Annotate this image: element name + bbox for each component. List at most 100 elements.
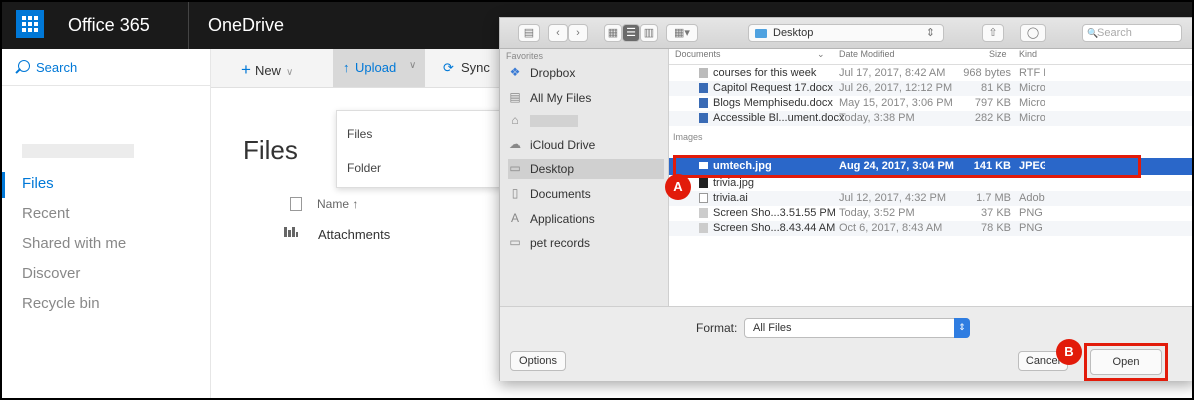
highlight-box-a [673,155,1141,178]
sidebar-item-label: Applications [530,212,595,226]
file-name: Blogs Memphisedu.docx [713,97,833,109]
column-view-icon[interactable]: ▥ [640,24,658,42]
icon-view-icon[interactable]: ▦ [604,24,622,42]
back-button[interactable]: ‹ [548,24,568,42]
file-date: Jul 26, 2017, 12:12 PM [839,82,953,94]
sync-button[interactable]: Sync [461,60,490,75]
sidebar-item-home[interactable]: ⌂ [508,111,664,131]
left-nav: Search Files Recent Shared with me Disco… [2,49,211,398]
sidebar-item-icloud[interactable]: ☁ iCloud Drive [508,135,664,155]
file-size: 797 KB [974,97,1011,109]
nav-item-recent[interactable]: Recent [22,205,70,222]
file-kind: Micro [1019,112,1045,124]
nav-item-discover[interactable]: Discover [22,265,80,282]
highlight-box-b [1084,343,1168,381]
sidebar-item-all-my-files[interactable]: ▤ All My Files [508,88,664,108]
file-open-dialog: ▤ ‹ › ▦ ☰ ▥ ▦▾ Desktop ⇕ ⇧ ◯ 🔍 Search Fa… [499,17,1192,381]
desktop-icon: ▭ [509,161,521,175]
sidebar-item-label: pet records [530,236,591,250]
app-launcher-icon[interactable] [16,10,44,38]
divider [669,64,1192,65]
file-size: 78 KB [981,222,1011,234]
file-kind: PNG i [1019,207,1045,219]
options-button[interactable]: Options [510,351,566,371]
file-kind: Adob [1019,192,1045,204]
ai-file-icon [699,193,708,203]
user-icon: ⌂ [511,113,519,127]
column-header-date[interactable]: Date Modified [839,49,895,65]
sidebar-item-applications[interactable]: A Applications [508,209,664,229]
chevron-down-icon: ∨ [285,67,294,78]
divider [188,2,189,49]
table-row[interactable]: Screen Sho...3.51.55 PM Today, 3:52 PM 37 … [669,206,1192,221]
list-item[interactable]: Attachments [318,227,390,242]
upload-button[interactable]: ↑ Upload ∨ [333,49,425,87]
user-name-redacted [22,144,134,158]
cloud-icon: ☁ [509,137,521,151]
updown-icon: ⇕ [925,27,935,39]
upload-files-option[interactable]: Files [347,127,372,141]
file-date: Jul 12, 2017, 4:32 PM [839,192,947,204]
column-header-size[interactable]: Size [989,49,1007,65]
folder-icon [284,227,298,237]
file-size: 968 bytes [963,67,1011,79]
format-select[interactable]: All Files ⇕ [744,318,970,338]
arrange-icon[interactable]: ▦▾ [666,24,698,42]
table-row[interactable]: trivia.jpg [669,176,1192,191]
location-popup[interactable]: Desktop ⇕ [748,24,944,42]
file-size: 37 KB [981,207,1011,219]
table-row[interactable]: Blogs Memphisedu.docx May 15, 2017, 3:06 … [669,96,1192,111]
table-row[interactable]: Capitol Request 17.docx Jul 26, 2017, 12:… [669,81,1192,96]
file-date: Oct 6, 2017, 8:43 AM [839,222,943,234]
column-header-documents[interactable]: Documents [675,49,721,65]
sidebar-item-pet-records[interactable]: ▭ pet records [508,233,664,253]
forward-button[interactable]: › [568,24,588,42]
table-row[interactable]: Accessible Bl...ument.docx Today, 3:38 PM… [669,111,1192,126]
search-box[interactable]: Search [2,49,210,86]
tags-icon[interactable]: ◯ [1020,24,1046,42]
column-header-name[interactable]: Name ↑ [317,197,358,211]
column-header-kind[interactable]: Kind [1019,49,1037,65]
new-button[interactable]: + New ∨ [241,60,293,80]
dialog-sidebar: Favorites ❖ Dropbox ▤ All My Files ⌂ ☁ iClo… [500,49,669,306]
updown-icon: ⇕ [954,318,970,338]
sidebar-item-label: All My Files [530,91,592,105]
table-row[interactable]: Screen Sho...8.43.44 AM Oct 6, 2017, 8:43… [669,221,1192,236]
sidebar-item-documents[interactable]: ▯ Documents [508,184,664,204]
sidebar-item-dropbox[interactable]: ❖ Dropbox [508,63,664,83]
search-placeholder: Search [1097,27,1132,39]
plus-icon: + [241,60,251,79]
dialog-search-input[interactable]: 🔍 Search [1082,24,1182,42]
file-kind: Micro [1019,97,1045,109]
dialog-toolbar: ▤ ‹ › ▦ ☰ ▥ ▦▾ Desktop ⇕ ⇧ ◯ 🔍 Search [500,18,1192,49]
nav-item-files[interactable]: Files [22,175,54,192]
file-date: Today, 3:38 PM [839,112,915,124]
nav-item-shared[interactable]: Shared with me [22,235,126,252]
file-name: courses for this week [713,67,817,79]
sidebar-item-label: Desktop [530,162,575,176]
annotation-badge-a: A [665,174,691,200]
file-date: Today, 3:52 PM [839,207,915,219]
file-kind: Micro [1019,82,1045,94]
all-files-icon: ▤ [509,90,521,104]
brand-title[interactable]: Office 365 [68,15,150,36]
upload-folder-option[interactable]: Folder [347,161,381,175]
sidebar-toggle-icon[interactable]: ▤ [518,24,540,42]
product-title[interactable]: OneDrive [208,15,284,36]
table-row[interactable]: courses for this week Jul 17, 2017, 8:42 … [669,66,1192,81]
sync-icon[interactable]: ⟳ [443,60,454,76]
sidebar-header: Favorites [506,51,544,61]
file-name: Accessible Bl...ument.docx [713,112,845,124]
sidebar-item-desktop[interactable]: ▭ Desktop [508,159,664,179]
folder-icon [755,29,767,38]
nav-item-recycle-bin[interactable]: Recycle bin [22,295,100,312]
file-kind: RTF D [1019,67,1045,79]
file-name: Screen Sho...8.43.44 AM [713,222,836,234]
active-indicator [2,172,5,198]
table-row[interactable]: trivia.ai Jul 12, 2017, 4:32 PM 1.7 MB Adob [669,191,1192,206]
file-type-icon [290,197,302,211]
list-view-icon[interactable]: ☰ [622,24,640,42]
search-icon [18,60,30,72]
new-label: New [254,63,281,78]
share-icon[interactable]: ⇧ [982,24,1004,42]
